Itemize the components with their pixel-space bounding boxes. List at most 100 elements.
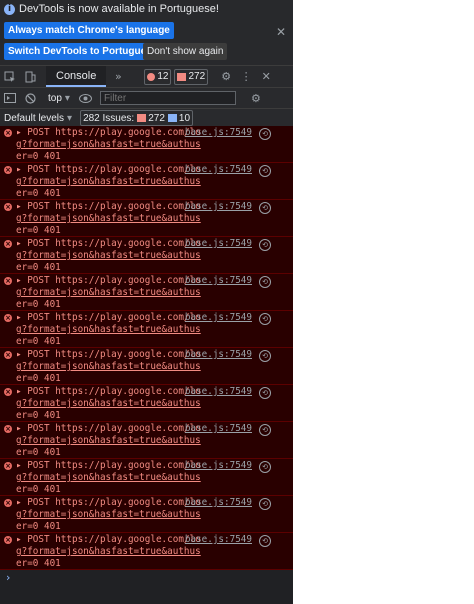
error-line-1[interactable]: POST https://play.google.com/lo — [27, 238, 201, 249]
stack-trace-icon[interactable]: ⟲ — [259, 313, 271, 325]
error-line-1[interactable]: POST https://play.google.com/lo — [27, 497, 201, 508]
more-tabs-icon[interactable]: » — [108, 66, 128, 87]
source-link[interactable]: base.js:7549 — [185, 386, 252, 398]
source-link[interactable]: base.js:7549 — [185, 275, 252, 287]
console-error-row[interactable]: × ▸ POST https://play.google.com/lo g?form… — [0, 274, 293, 311]
error-message[interactable]: ▸ POST https://play.google.com/lo g?forma… — [16, 497, 201, 533]
error-line-1[interactable]: POST https://play.google.com/lo — [27, 201, 201, 212]
error-line-3: er=0 401 — [16, 225, 61, 236]
source-link[interactable]: base.js:7549 — [185, 312, 252, 324]
error-line-2[interactable]: g?format=json&hasfast=true&authus — [16, 509, 201, 521]
error-line-2[interactable]: g?format=json&hasfast=true&authus — [16, 472, 201, 484]
stack-trace-icon[interactable]: ⟲ — [259, 498, 271, 510]
source-link[interactable]: base.js:7549 — [185, 460, 252, 472]
error-line-2[interactable]: g?format=json&hasfast=true&authus — [16, 398, 201, 410]
error-message[interactable]: ▸ POST https://play.google.com/lo g?forma… — [16, 534, 201, 570]
device-toolbar-icon[interactable] — [20, 66, 40, 87]
console-error-row[interactable]: × ▸ POST https://play.google.com/lo g?form… — [0, 496, 293, 533]
error-line-1[interactable]: POST https://play.google.com/lo — [27, 164, 201, 175]
error-line-1[interactable]: POST https://play.google.com/lo — [27, 312, 201, 323]
error-message[interactable]: ▸ POST https://play.google.com/lo g?forma… — [16, 349, 201, 385]
error-icon: × — [4, 462, 12, 470]
console-error-row[interactable]: × ▸ POST https://play.google.com/lo g?form… — [0, 385, 293, 422]
devtools-panel: i DevTools is now available in Portugues… — [0, 0, 293, 604]
warnings-badge[interactable]: 272 — [174, 68, 209, 85]
stack-trace-icon[interactable]: ⟲ — [259, 387, 271, 399]
error-line-1[interactable]: POST https://play.google.com/lo — [27, 275, 201, 286]
console-error-row[interactable]: × ▸ POST https://play.google.com/lo g?form… — [0, 163, 293, 200]
source-link[interactable]: base.js:7549 — [185, 423, 252, 435]
stack-trace-icon[interactable]: ⟲ — [259, 202, 271, 214]
error-message[interactable]: ▸ POST https://play.google.com/lo g?forma… — [16, 423, 201, 459]
source-link[interactable]: base.js:7549 — [185, 534, 252, 546]
stack-trace-icon[interactable]: ⟲ — [259, 165, 271, 177]
source-link[interactable]: base.js:7549 — [185, 164, 252, 176]
error-line-1[interactable]: POST https://play.google.com/lo — [27, 127, 201, 138]
error-line-2[interactable]: g?format=json&hasfast=true&authus — [16, 546, 201, 558]
error-line-2[interactable]: g?format=json&hasfast=true&authus — [16, 139, 201, 151]
console-error-row[interactable]: × ▸ POST https://play.google.com/lo g?form… — [0, 311, 293, 348]
error-line-1[interactable]: POST https://play.google.com/lo — [27, 460, 201, 471]
console-error-row[interactable]: × ▸ POST https://play.google.com/lo g?form… — [0, 237, 293, 274]
error-line-2[interactable]: g?format=json&hasfast=true&authus — [16, 176, 201, 188]
more-options-icon[interactable]: ⋮ — [236, 66, 256, 87]
clear-console-icon[interactable] — [20, 88, 40, 109]
error-line-2[interactable]: g?format=json&hasfast=true&authus — [16, 361, 201, 373]
issues-info-count: 10 — [178, 112, 191, 124]
error-message[interactable]: ▸ POST https://play.google.com/lo g?forma… — [16, 164, 201, 200]
error-line-2[interactable]: g?format=json&hasfast=true&authus — [16, 213, 201, 225]
error-message[interactable]: ▸ POST https://play.google.com/lo g?forma… — [16, 238, 201, 274]
error-message[interactable]: ▸ POST https://play.google.com/lo g?forma… — [16, 460, 201, 496]
console-log: × ▸ POST https://play.google.com/lo g?form… — [0, 126, 293, 604]
error-line-2[interactable]: g?format=json&hasfast=true&authus — [16, 435, 201, 447]
close-icon[interactable]: ✕ — [276, 25, 286, 39]
log-levels-dropdown[interactable]: Default levels — [4, 113, 64, 124]
gear-icon[interactable]: ⚙ — [216, 66, 236, 87]
source-link[interactable]: base.js:7549 — [185, 349, 252, 361]
switch-to-portuguese-button[interactable]: Switch DevTools to Portuguese — [4, 43, 162, 60]
dont-show-again-button[interactable]: Don't show again — [143, 43, 228, 60]
console-error-row[interactable]: × ▸ POST https://play.google.com/lo g?form… — [0, 200, 293, 237]
stack-trace-icon[interactable]: ⟲ — [259, 350, 271, 362]
error-message[interactable]: ▸ POST https://play.google.com/lo g?forma… — [16, 127, 201, 163]
error-icon: × — [4, 499, 12, 507]
sidebar-toggle-icon[interactable] — [0, 88, 20, 109]
console-error-row[interactable]: × ▸ POST https://play.google.com/lo g?form… — [0, 459, 293, 496]
error-message[interactable]: ▸ POST https://play.google.com/lo g?forma… — [16, 386, 201, 422]
stack-trace-icon[interactable]: ⟲ — [259, 239, 271, 251]
error-line-1[interactable]: POST https://play.google.com/lo — [27, 386, 201, 397]
tab-console[interactable]: Console — [46, 66, 107, 87]
source-link[interactable]: base.js:7549 — [185, 238, 252, 250]
stack-trace-icon[interactable]: ⟲ — [259, 461, 271, 473]
eye-icon[interactable] — [76, 88, 96, 109]
context-selector[interactable]: top — [48, 93, 62, 104]
error-line-1[interactable]: POST https://play.google.com/lo — [27, 423, 201, 434]
source-link[interactable]: base.js:7549 — [185, 497, 252, 509]
console-prompt-row[interactable]: › — [0, 570, 293, 586]
stack-trace-icon[interactable]: ⟲ — [259, 276, 271, 288]
error-message[interactable]: ▸ POST https://play.google.com/lo g?forma… — [16, 275, 201, 311]
console-error-row[interactable]: × ▸ POST https://play.google.com/lo g?form… — [0, 422, 293, 459]
console-settings-gear-icon[interactable]: ⚙ — [246, 88, 266, 109]
errors-badge[interactable]: 12 — [144, 68, 172, 85]
issues-button[interactable]: 282 Issues: 272 10 — [80, 110, 194, 126]
source-link[interactable]: base.js:7549 — [185, 127, 252, 139]
error-line-2[interactable]: g?format=json&hasfast=true&authus — [16, 287, 201, 299]
stack-trace-icon[interactable]: ⟲ — [259, 424, 271, 436]
filter-input[interactable] — [99, 91, 236, 105]
inspect-element-icon[interactable] — [0, 66, 20, 87]
always-match-language-button[interactable]: Always match Chrome's language — [4, 22, 174, 39]
error-line-1[interactable]: POST https://play.google.com/lo — [27, 349, 201, 360]
close-devtools-icon[interactable]: ✕ — [256, 66, 276, 87]
console-error-row[interactable]: × ▸ POST https://play.google.com/lo g?form… — [0, 533, 293, 570]
console-error-row[interactable]: × ▸ POST https://play.google.com/lo g?form… — [0, 348, 293, 385]
error-line-2[interactable]: g?format=json&hasfast=true&authus — [16, 250, 201, 262]
error-line-1[interactable]: POST https://play.google.com/lo — [27, 534, 201, 545]
stack-trace-icon[interactable]: ⟲ — [259, 128, 271, 140]
error-message[interactable]: ▸ POST https://play.google.com/lo g?forma… — [16, 312, 201, 348]
source-link[interactable]: base.js:7549 — [185, 201, 252, 213]
error-message[interactable]: ▸ POST https://play.google.com/lo g?forma… — [16, 201, 201, 237]
stack-trace-icon[interactable]: ⟲ — [259, 535, 271, 547]
console-error-row[interactable]: × ▸ POST https://play.google.com/lo g?form… — [0, 126, 293, 163]
error-line-2[interactable]: g?format=json&hasfast=true&authus — [16, 324, 201, 336]
